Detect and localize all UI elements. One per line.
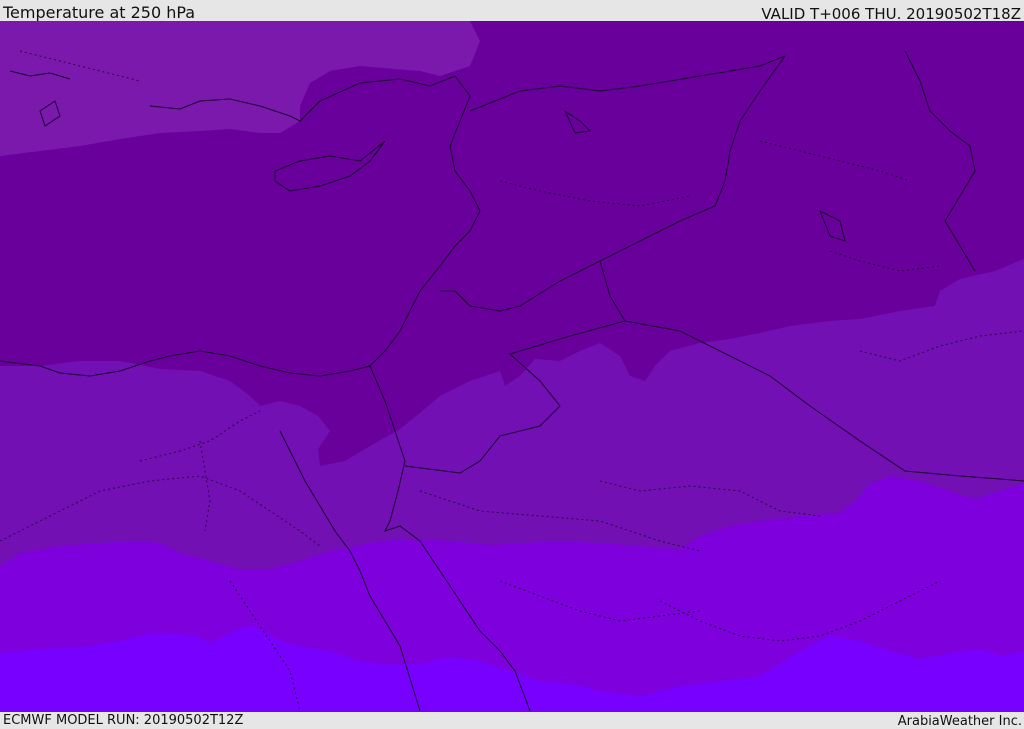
- map-title: Temperature at 250 hPa: [3, 3, 196, 22]
- model-run-label: ECMWF MODEL RUN: 20190502T12Z: [3, 713, 244, 728]
- temperature-map[interactable]: [0, 21, 1024, 712]
- footer-bar: ECMWF MODEL RUN: 20190502T12Z ArabiaWeat…: [0, 712, 1024, 729]
- header-bar: Temperature at 250 hPa VALID T+006 THU. …: [0, 0, 1024, 23]
- credit-label: ArabiaWeather Inc.: [897, 714, 1022, 729]
